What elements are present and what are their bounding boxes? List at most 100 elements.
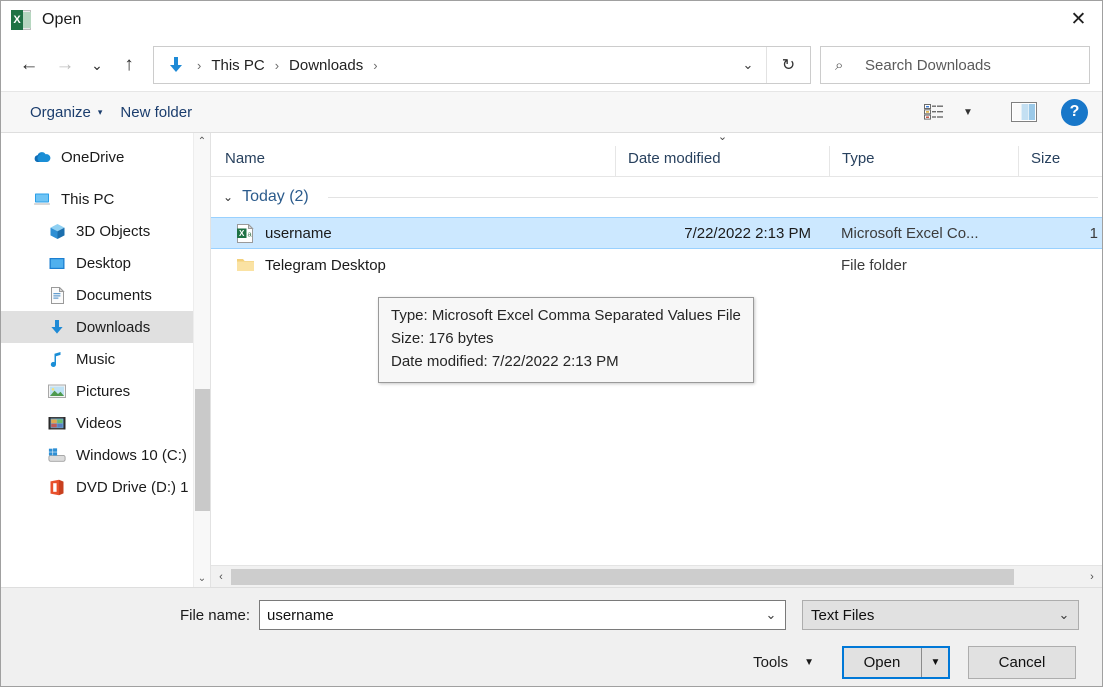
breadcrumb-separator[interactable]: › bbox=[370, 58, 380, 73]
file-name-label: username bbox=[265, 225, 332, 242]
table-row[interactable]: X a username 7/22/2022 2:13 PM Microsoft… bbox=[211, 217, 1102, 249]
chevron-down-icon: ▾ bbox=[98, 107, 103, 118]
sidebar-item-desktop[interactable]: Desktop bbox=[1, 247, 210, 279]
file-name-input[interactable] bbox=[260, 607, 757, 624]
refresh-icon[interactable]: ↻ bbox=[766, 47, 810, 83]
navigation-bar: ← → ⌄ ↑ › This PC › Downloads › ⌄ ↻ ⌕ Se bbox=[1, 39, 1102, 91]
monitor-icon bbox=[33, 190, 51, 208]
sidebar-item-documents[interactable]: Documents bbox=[1, 279, 210, 311]
chevron-down-icon[interactable]: ⌄ bbox=[757, 601, 785, 629]
file-list-pane: Name ⌄ Date modified Type Size ⌄ Today (… bbox=[210, 133, 1102, 587]
new-folder-button[interactable]: New folder bbox=[111, 100, 201, 125]
scroll-right-icon[interactable]: › bbox=[1082, 566, 1102, 588]
open-button[interactable]: Open bbox=[843, 647, 921, 678]
breadcrumb-item-1[interactable]: Downloads bbox=[284, 55, 368, 76]
scroll-up-icon[interactable]: ⌃ bbox=[194, 133, 211, 150]
file-tooltip: Type: Microsoft Excel Comma Separated Va… bbox=[378, 297, 754, 383]
open-dropdown-caret-icon[interactable]: ▼ bbox=[921, 647, 949, 678]
scrollbar-thumb[interactable] bbox=[231, 569, 1014, 585]
table-row[interactable]: Telegram Desktop File folder bbox=[211, 249, 1102, 281]
tools-button[interactable]: Tools ▼ bbox=[741, 649, 826, 676]
sidebar-item-label: OneDrive bbox=[61, 149, 124, 166]
tooltip-size-line: Size: 176 bytes bbox=[391, 328, 741, 351]
dialog-body: OneDrive This PC bbox=[1, 133, 1102, 588]
scrollbar-track[interactable] bbox=[231, 566, 1082, 588]
excel-icon: X bbox=[11, 10, 31, 30]
sidebar-item-music[interactable]: Music bbox=[1, 343, 210, 375]
address-bar[interactable]: › This PC › Downloads › ⌄ ↻ bbox=[153, 46, 811, 84]
sidebar-item-label: Desktop bbox=[76, 255, 131, 272]
file-type-cell: Microsoft Excel Co... bbox=[829, 225, 1018, 242]
sidebar-item-label: Downloads bbox=[76, 319, 150, 336]
command-toolbar: Organize ▾ New folder bbox=[1, 91, 1102, 133]
sidebar-item-3d-objects[interactable]: 3D Objects bbox=[1, 215, 210, 247]
preview-pane-icon[interactable] bbox=[1005, 97, 1043, 127]
chevron-down-icon[interactable]: ⌄ bbox=[223, 190, 233, 204]
close-icon[interactable]: ✕ bbox=[1055, 1, 1102, 38]
excel-csv-file-icon: X a bbox=[236, 224, 255, 243]
forward-button[interactable]: → bbox=[47, 47, 83, 83]
chevron-down-icon: ▼ bbox=[804, 657, 814, 668]
column-header-size[interactable]: Size bbox=[1018, 146, 1102, 176]
search-box[interactable]: ⌕ Search Downloads bbox=[820, 46, 1090, 84]
dialog-buttons: Tools ▼ Open ▼ Cancel bbox=[1, 630, 1102, 679]
group-label: Today (2) bbox=[242, 188, 309, 206]
group-rule bbox=[328, 197, 1098, 198]
breadcrumb-item-0[interactable]: This PC bbox=[206, 55, 269, 76]
sidebar-item-videos[interactable]: Videos bbox=[1, 407, 210, 439]
file-list-horizontal-scrollbar[interactable]: ‹ › bbox=[211, 565, 1102, 587]
view-options-chevron-down-icon[interactable]: ▼ bbox=[953, 97, 983, 127]
tools-label: Tools bbox=[753, 654, 788, 671]
list-view-icon[interactable] bbox=[915, 97, 953, 127]
file-size-cell: 1 bbox=[1018, 225, 1102, 242]
sidebar-item-downloads[interactable]: Downloads bbox=[1, 311, 210, 343]
sidebar-item-windows-10-c[interactable]: Windows 10 (C:) bbox=[1, 439, 210, 471]
sidebar-item-label: DVD Drive (D:) 1 bbox=[76, 479, 189, 496]
open-button-group[interactable]: Open ▼ bbox=[842, 646, 950, 679]
file-rows: ⌄ Today (2) X a bbox=[211, 177, 1102, 565]
search-icon: ⌕ bbox=[835, 57, 855, 74]
tooltip-date-line: Date modified: 7/22/2022 2:13 PM bbox=[391, 351, 741, 374]
window-title: Open bbox=[42, 11, 82, 29]
open-file-dialog: X Open ✕ ← → ⌄ ↑ › This PC › Downloads ›… bbox=[0, 0, 1103, 687]
sidebar-list: OneDrive This PC bbox=[1, 133, 210, 503]
file-name-label: Telegram Desktop bbox=[265, 257, 386, 274]
file-type-cell: File folder bbox=[829, 257, 1018, 274]
column-header-label: Date modified bbox=[628, 150, 721, 167]
chevron-down-icon[interactable]: ⌄ bbox=[1050, 601, 1078, 629]
hard-drive-icon bbox=[48, 446, 66, 464]
column-header-type[interactable]: Type bbox=[829, 146, 1018, 176]
search-input[interactable]: Search Downloads bbox=[865, 57, 991, 74]
scrollbar-thumb[interactable] bbox=[195, 389, 210, 511]
video-icon bbox=[48, 414, 66, 432]
navigation-sidebar: OneDrive This PC bbox=[1, 133, 210, 587]
help-button[interactable]: ? bbox=[1061, 99, 1088, 126]
sidebar-item-this-pc[interactable]: This PC bbox=[1, 183, 210, 215]
scroll-down-icon[interactable]: ⌄ bbox=[194, 570, 211, 587]
folder-icon bbox=[236, 256, 255, 275]
scroll-left-icon[interactable]: ‹ bbox=[211, 566, 231, 588]
column-header-name[interactable]: Name bbox=[211, 146, 615, 176]
sidebar-item-pictures[interactable]: Pictures bbox=[1, 375, 210, 407]
group-header-today[interactable]: ⌄ Today (2) bbox=[211, 177, 1102, 217]
column-header-date-modified[interactable]: ⌄ Date modified bbox=[615, 146, 829, 176]
svg-text:X: X bbox=[239, 229, 245, 238]
organize-button[interactable]: Organize ▾ bbox=[21, 100, 111, 125]
picture-icon bbox=[48, 382, 66, 400]
cancel-button[interactable]: Cancel bbox=[968, 646, 1076, 679]
sidebar-scrollbar[interactable]: ⌃ ⌄ bbox=[193, 133, 210, 587]
file-name-field[interactable]: ⌄ bbox=[259, 600, 786, 630]
back-button[interactable]: ← bbox=[11, 47, 47, 83]
file-type-filter-dropdown[interactable]: Text Files ⌄ bbox=[802, 600, 1079, 630]
file-date-cell: 7/22/2022 2:13 PM bbox=[615, 225, 829, 242]
recent-locations-button[interactable]: ⌄ bbox=[83, 47, 111, 83]
dvd-drive-icon bbox=[48, 478, 66, 496]
chevron-down-icon[interactable]: ⌄ bbox=[730, 47, 766, 83]
up-button[interactable]: ↑ bbox=[111, 47, 147, 83]
scrollbar-track[interactable] bbox=[194, 150, 211, 570]
cloud-icon bbox=[33, 148, 51, 166]
sidebar-item-dvd-drive-d[interactable]: DVD Drive (D:) 1 bbox=[1, 471, 210, 503]
downloads-arrow-icon bbox=[166, 55, 186, 75]
file-name-cell: X a username bbox=[211, 224, 615, 243]
sidebar-item-onedrive[interactable]: OneDrive bbox=[1, 141, 210, 173]
